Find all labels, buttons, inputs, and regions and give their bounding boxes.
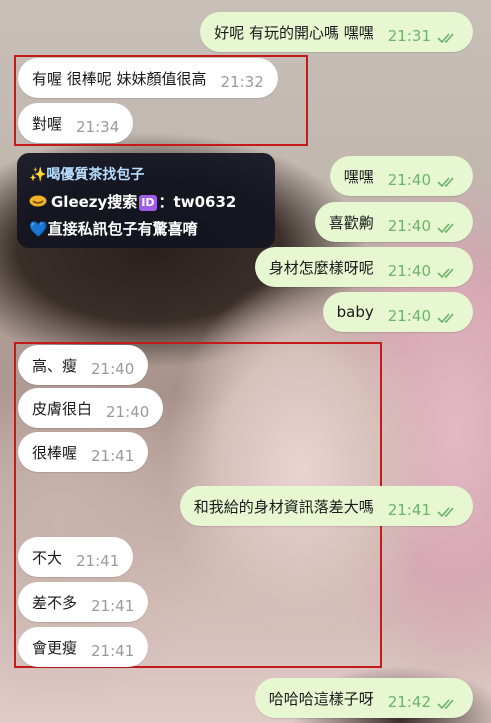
double-check-icon: [437, 265, 459, 279]
message-time: 21:31: [387, 27, 431, 45]
message-time: 21:40: [387, 171, 431, 189]
message-text: 高、瘦: [32, 356, 78, 375]
message-time: 21:40: [387, 217, 431, 235]
double-check-icon: [437, 220, 459, 234]
double-check-icon: [437, 174, 459, 188]
message-bubble-incoming[interactable]: 很棒喔 21:41: [18, 432, 149, 472]
message-bubble-incoming[interactable]: 會更瘦 21:41: [18, 627, 149, 667]
message-bubble-incoming[interactable]: 不大 21:41: [18, 537, 134, 577]
message-bubble-outgoing[interactable]: 哈哈哈這樣子呀 21:42: [254, 678, 473, 718]
message-time: 21:40: [91, 360, 135, 378]
message-text: 嘿嘿: [343, 167, 374, 186]
message-time: 21:41: [91, 597, 135, 615]
message-text: 喜歡齁: [328, 213, 374, 232]
message-time: 21:41: [387, 501, 431, 519]
id-badge: ID: [139, 194, 157, 211]
double-check-icon: [437, 310, 459, 324]
double-check-icon: [437, 504, 459, 518]
message-text: 不大: [32, 548, 63, 567]
smile-icon: [29, 189, 47, 216]
message-time: 21:41: [91, 642, 135, 660]
message-text: 好呢 有玩的開心嗎 嘿嘿: [214, 23, 374, 42]
message-bubble-outgoing[interactable]: 好呢 有玩的開心嗎 嘿嘿 21:31: [200, 12, 473, 52]
message-time: 21:41: [91, 447, 135, 465]
message-bubble-outgoing[interactable]: 嘿嘿 21:40: [329, 156, 473, 196]
message-time: 21:40: [387, 307, 431, 325]
promo-title: ✨喝優質茶找包子: [29, 167, 145, 183]
promo-line-dm: 💙直接私訊包子有驚喜唷: [29, 220, 198, 238]
promo-search-text: Gleezy搜索: [51, 193, 138, 211]
message-bubble-incoming[interactable]: 皮膚很白 21:40: [18, 388, 164, 428]
message-bubble-incoming[interactable]: 差不多 21:41: [18, 582, 149, 622]
promo-line-search: Gleezy搜索 ID ：tw0632: [29, 189, 263, 216]
message-bubble-incoming[interactable]: 有喔 很棒呢 妹妹顏值很高 21:32: [18, 58, 278, 98]
message-text: 身材怎麼樣呀呢: [268, 258, 374, 277]
message-text: 皮膚很白: [32, 399, 93, 418]
message-time: 21:40: [106, 403, 150, 421]
double-check-icon: [437, 696, 459, 710]
message-bubble-outgoing[interactable]: 和我給的身材資訊落差大嗎 21:41: [179, 486, 473, 526]
message-time: 21:41: [76, 552, 120, 570]
promo-overlay: ✨喝優質茶找包子 Gleezy搜索 ID ：tw0632 💙直接私訊包子有驚喜唷: [17, 153, 275, 248]
message-time: 21:40: [387, 262, 431, 280]
message-text: 有喔 很棒呢 妹妹顏值很高: [32, 69, 207, 88]
message-text: baby: [336, 303, 374, 321]
message-bubble-outgoing[interactable]: 身材怎麼樣呀呢 21:40: [254, 247, 473, 287]
promo-id-text: ：tw0632: [158, 193, 237, 211]
message-text: 和我給的身材資訊落差大嗎: [193, 497, 374, 516]
message-time: 21:42: [387, 693, 431, 711]
message-text: 很棒喔: [32, 443, 78, 462]
message-bubble-outgoing[interactable]: baby 21:40: [322, 292, 473, 332]
message-time: 21:34: [76, 118, 120, 136]
message-bubble-incoming[interactable]: 對喔 21:34: [18, 103, 134, 143]
double-check-icon: [437, 30, 459, 44]
message-text: 差不多: [32, 593, 78, 612]
message-bubble-incoming[interactable]: 高、瘦 21:40: [18, 345, 149, 385]
message-text: 對喔: [32, 114, 63, 133]
message-bubble-outgoing[interactable]: 喜歡齁 21:40: [314, 202, 473, 242]
message-time: 21:32: [220, 73, 264, 91]
message-text: 哈哈哈這樣子呀: [268, 689, 374, 708]
message-text: 會更瘦: [32, 638, 78, 657]
